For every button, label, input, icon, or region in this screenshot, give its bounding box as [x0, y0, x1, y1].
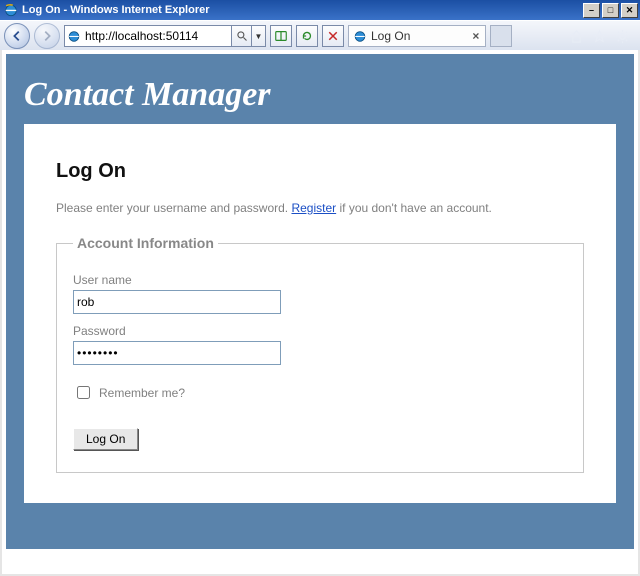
- window-title: Log On - Windows Internet Explorer: [22, 4, 581, 16]
- browser-tab[interactable]: Log On ×: [348, 25, 486, 47]
- home-icon[interactable]: [569, 29, 584, 44]
- refresh-button[interactable]: [296, 25, 318, 47]
- instruction-post: if you don't have an account.: [336, 201, 492, 215]
- account-fieldset: Account Information User name Password R…: [56, 235, 584, 473]
- username-input[interactable]: [73, 290, 281, 314]
- search-button[interactable]: [232, 25, 252, 47]
- username-label: User name: [73, 273, 567, 287]
- viewport: Contact Manager Log On Please enter your…: [0, 50, 640, 576]
- minimize-button[interactable]: –: [583, 3, 600, 18]
- url-input[interactable]: [83, 28, 229, 44]
- instruction-text: Please enter your username and password.…: [56, 201, 584, 215]
- back-button[interactable]: [4, 23, 30, 49]
- titlebar: Log On - Windows Internet Explorer – □ ✕: [0, 0, 640, 20]
- tab-favicon: [353, 29, 367, 43]
- address-bar[interactable]: [64, 25, 232, 47]
- content-card: Log On Please enter your username and pa…: [24, 124, 616, 503]
- tab-title: Log On: [371, 29, 410, 43]
- window-controls: – □ ✕: [581, 3, 638, 18]
- close-button[interactable]: ✕: [621, 3, 638, 18]
- page-body: Contact Manager Log On Please enter your…: [6, 54, 634, 549]
- remember-checkbox[interactable]: [77, 386, 90, 399]
- new-tab-button[interactable]: [490, 25, 512, 47]
- password-label: Password: [73, 324, 567, 338]
- site-brand: Contact Manager: [24, 76, 616, 114]
- ie-icon: [4, 3, 18, 17]
- compat-view-button[interactable]: [270, 25, 292, 47]
- tab-close-icon[interactable]: ×: [472, 29, 479, 43]
- stop-button[interactable]: [322, 25, 344, 47]
- fieldset-legend: Account Information: [73, 235, 218, 251]
- remember-label: Remember me?: [99, 386, 185, 400]
- toolbar: ▼ Log On ×: [0, 20, 640, 52]
- forward-button[interactable]: [34, 23, 60, 49]
- instruction-pre: Please enter your username and password.: [56, 201, 291, 215]
- remember-row: Remember me?: [73, 383, 567, 402]
- search-dropdown[interactable]: ▼: [252, 25, 266, 47]
- page-heading: Log On: [56, 160, 584, 183]
- password-input[interactable]: [73, 341, 281, 365]
- register-link[interactable]: Register: [291, 201, 336, 215]
- address-bar-group: ▼: [64, 25, 266, 47]
- favorites-icon[interactable]: [592, 29, 607, 44]
- page-icon: [67, 29, 81, 43]
- maximize-button[interactable]: □: [602, 3, 619, 18]
- command-bar: [569, 29, 636, 44]
- logon-button[interactable]: Log On: [73, 428, 138, 450]
- tools-icon[interactable]: [615, 29, 630, 44]
- browser-window: Log On - Windows Internet Explorer – □ ✕: [0, 0, 640, 576]
